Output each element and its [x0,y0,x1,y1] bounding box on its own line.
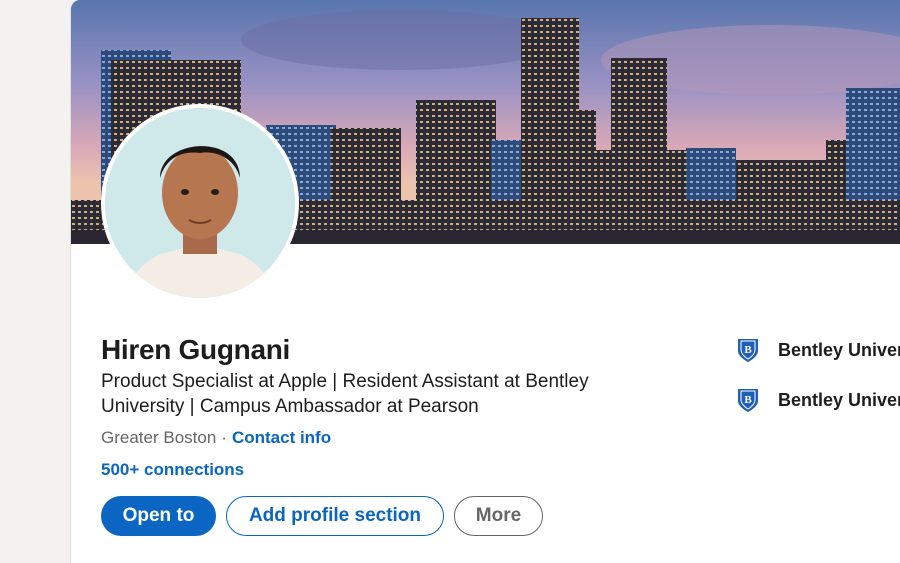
bentley-shield-icon: B [738,339,758,362]
person-avatar-icon [105,108,295,298]
bentley-shield-icon: B [738,389,758,412]
separator-dot: · [221,428,227,447]
svg-text:B: B [744,394,752,406]
location-text: Greater Boston [101,428,217,447]
more-button[interactable]: More [454,496,543,536]
contact-info-link[interactable]: Contact info [232,428,331,447]
add-profile-section-button[interactable]: Add profile section [226,496,444,536]
profile-card: Hiren Gugnani Product Specialist at Appl… [70,0,900,563]
open-to-button[interactable]: Open to [101,496,216,536]
location-row: Greater Boston · Contact info [101,428,331,448]
svg-text:B: B [744,344,752,356]
profile-name: Hiren Gugnani [101,334,290,365]
education-item[interactable]: B Bentley University [736,387,900,413]
connections-link[interactable]: 500+ connections [101,460,244,480]
education-school-name: Bentley University [778,389,900,410]
education-school-name: Bentley University [778,339,900,360]
profile-headline: Product Specialist at Apple | Resident A… [101,371,589,417]
education-item[interactable]: B Bentley University [736,337,900,363]
profile-photo[interactable] [101,104,299,302]
profile-photo-image [105,108,295,298]
